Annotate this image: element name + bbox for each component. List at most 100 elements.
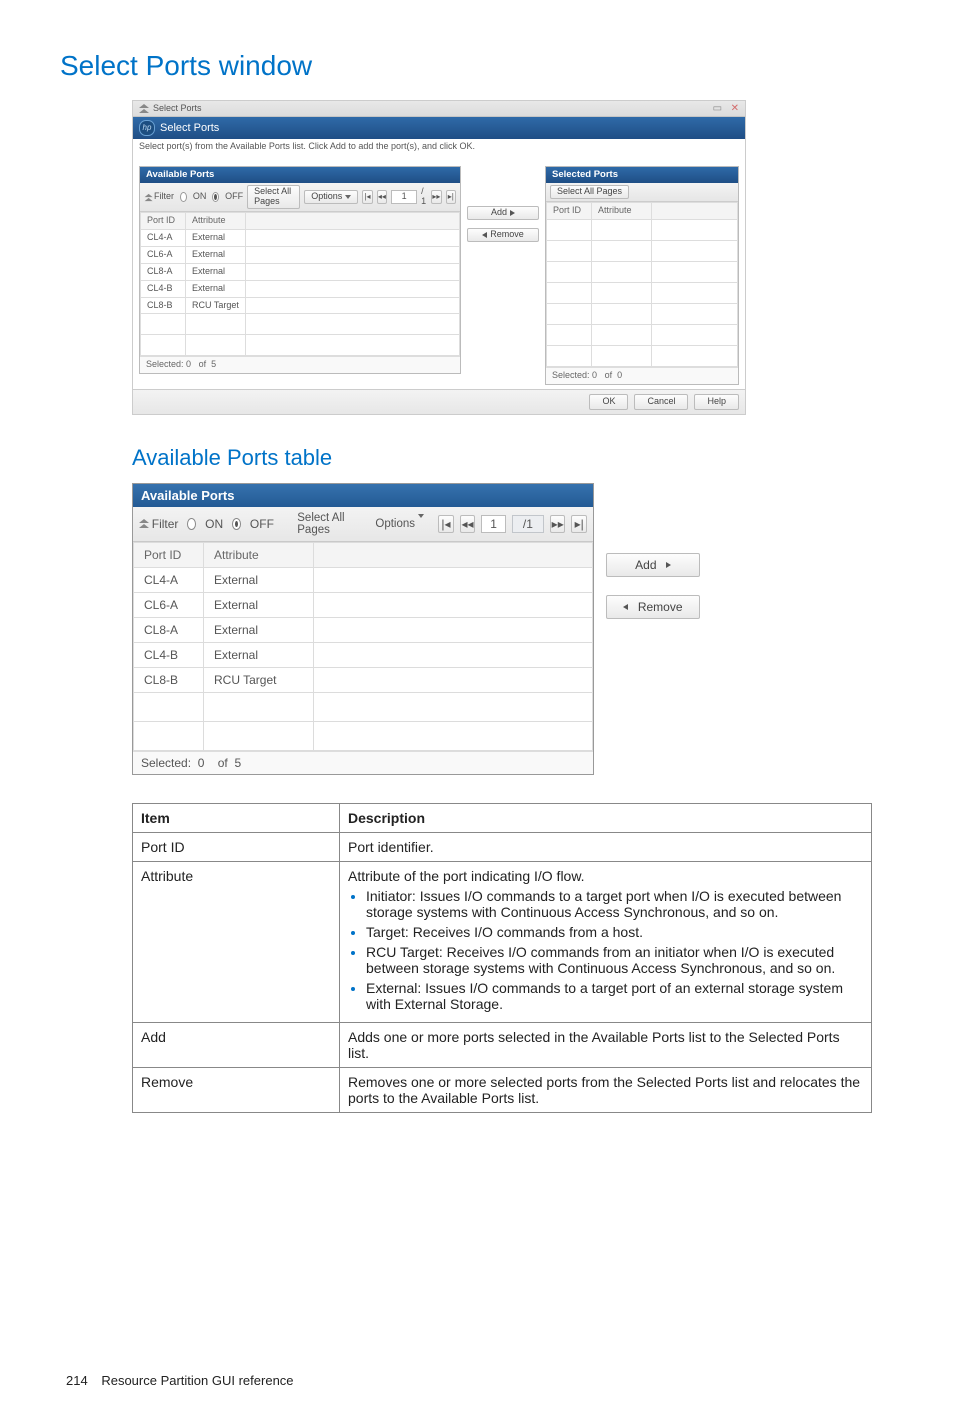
table-row[interactable]: CL4-AExternal [134, 567, 593, 592]
page-footer-text: Resource Partition GUI reference [101, 1373, 293, 1388]
available-ports-detail-grid[interactable]: Port IDAttribute CL4-AExternal CL6-AExte… [133, 542, 593, 751]
available-ports-panel: Available Ports Filter ON OFF Select All… [139, 166, 461, 374]
page-current[interactable]: 1 [481, 515, 506, 533]
table-row[interactable]: CL8-AExternal [141, 263, 460, 280]
add-button[interactable]: Add [467, 206, 539, 220]
page-prev-icon[interactable]: ◂◂ [377, 190, 387, 204]
maximize-icon[interactable]: ▭ [713, 103, 722, 114]
page-total: 1 [421, 196, 426, 206]
list-item: Target: Receives I/O commands from a hos… [366, 924, 863, 940]
table-row[interactable]: CL4-BExternal [134, 642, 593, 667]
table-row[interactable]: CL8-BRCU Target [141, 297, 460, 314]
page-title: Select Ports window [60, 50, 894, 82]
page-next-icon[interactable]: ▸▸ [431, 190, 441, 204]
page-number: 214 [66, 1373, 88, 1388]
list-item: Initiator: Issues I/O commands to a targ… [366, 888, 863, 920]
desc-text: Attribute of the port indicating I/O flo… [340, 861, 872, 1022]
filter-off-radio[interactable] [232, 518, 241, 530]
table-row[interactable]: CL8-BRCU Target [134, 667, 593, 692]
select-all-pages-button[interactable]: Select All Pages [247, 185, 300, 209]
page-footer: 214 Resource Partition GUI reference [60, 1373, 894, 1388]
available-toolbar: Filter ON OFF Select All Pages Options |… [140, 183, 460, 212]
available-ports-title: Available Ports [140, 167, 460, 183]
filter-on-label: ON [205, 517, 223, 531]
filter-off-label: OFF [225, 192, 243, 202]
available-detail-toolbar: Filter ON OFF Select All Pages Options |… [133, 507, 593, 542]
desc-head-item: Item [133, 803, 340, 832]
filter-on-radio[interactable] [187, 518, 196, 530]
col-attribute: Attribute [592, 203, 652, 220]
triangle-left-icon [623, 604, 628, 610]
cancel-button[interactable]: Cancel [634, 394, 688, 410]
col-port-id: Port ID [134, 542, 204, 567]
triangle-left-icon [482, 232, 487, 238]
page-total: 1 [526, 517, 533, 531]
page-first-icon[interactable]: |◂ [438, 515, 454, 533]
selected-selected-footer: Selected: 0 of 0 [546, 367, 738, 384]
desc-item: Remove [133, 1067, 340, 1112]
section-subtitle: Available Ports table [132, 445, 872, 471]
selected-ports-grid[interactable]: Port IDAttribute [546, 202, 738, 367]
filter-off-label: OFF [250, 517, 274, 531]
window-instruction: Select port(s) from the Available Ports … [133, 139, 745, 162]
hp-logo-icon: hp [139, 120, 155, 136]
filter-on-label: ON [193, 192, 207, 202]
dialog-button-bar: OK Cancel Help [133, 389, 745, 414]
page-last-icon[interactable]: ▸| [571, 515, 587, 533]
description-table: Item Description Port ID Port identifier… [132, 803, 872, 1113]
remove-button[interactable]: Remove [606, 595, 700, 619]
chevron-down-icon [418, 514, 424, 530]
table-row[interactable]: CL6-AExternal [141, 246, 460, 263]
selected-ports-title: Selected Ports [546, 167, 738, 183]
table-row[interactable]: CL6-AExternal [134, 592, 593, 617]
col-attribute: Attribute [204, 542, 314, 567]
desc-text: Port identifier. [340, 832, 872, 861]
options-button[interactable]: Options [304, 190, 358, 204]
list-item: RCU Target: Receives I/O commands from a… [366, 944, 863, 976]
desc-item: Add [133, 1022, 340, 1067]
ok-button[interactable]: OK [589, 394, 628, 410]
filter-on-radio[interactable] [180, 192, 187, 202]
col-attribute: Attribute [186, 213, 246, 230]
options-button[interactable]: Options [367, 516, 432, 532]
desc-head-desc: Description [340, 803, 872, 832]
window-header: hp Select Ports [133, 117, 745, 139]
available-ports-grid[interactable]: Port IDAttribute CL4-AExternal CL6-AExte… [140, 212, 460, 356]
filter-off-radio[interactable] [212, 192, 219, 202]
table-row[interactable]: CL4-BExternal [141, 280, 460, 297]
chevron-down-icon [345, 195, 351, 199]
collapse-icon[interactable] [139, 104, 149, 113]
select-all-pages-button[interactable]: Select All Pages [550, 185, 629, 199]
window-title-text: Select Ports [153, 104, 202, 114]
available-ports-detail-title: Available Ports [133, 484, 593, 507]
desc-item: Attribute [133, 861, 340, 1022]
remove-button[interactable]: Remove [467, 228, 539, 242]
desc-text: Adds one or more ports selected in the A… [340, 1022, 872, 1067]
page-first-icon[interactable]: |◂ [362, 190, 372, 204]
triangle-right-icon [666, 562, 671, 568]
close-icon[interactable]: ✕ [731, 103, 739, 114]
help-button[interactable]: Help [694, 394, 739, 410]
col-port-id: Port ID [141, 213, 186, 230]
page-current[interactable]: 1 [391, 190, 417, 204]
desc-item: Port ID [133, 832, 340, 861]
table-row[interactable]: CL4-AExternal [141, 230, 460, 247]
filter-label: Filter [152, 517, 179, 531]
select-all-pages-button[interactable]: Select All Pages [289, 510, 361, 538]
filter-collapse-icon[interactable] [139, 519, 146, 528]
selected-ports-panel: Selected Ports Select All Pages Port IDA… [545, 166, 739, 385]
add-button[interactable]: Add [606, 553, 700, 577]
page-prev-icon[interactable]: ◂◂ [460, 515, 476, 533]
col-port-id: Port ID [547, 203, 592, 220]
available-detail-footer: Selected: 0 of 5 [133, 751, 593, 774]
window-header-text: Select Ports [160, 122, 219, 134]
available-ports-detail-panel: Available Ports Filter ON OFF Select All… [132, 483, 594, 775]
table-row[interactable]: CL8-AExternal [134, 617, 593, 642]
filter-collapse-icon[interactable] [145, 194, 150, 201]
window-titlebar: Select Ports ▭ ✕ [133, 101, 745, 117]
page-next-icon[interactable]: ▸▸ [550, 515, 566, 533]
page-last-icon[interactable]: ▸| [446, 190, 456, 204]
available-selected-footer: Selected: 0 of 5 [140, 356, 460, 373]
filter-label: Filter [154, 192, 174, 202]
list-item: External: Issues I/O commands to a targe… [366, 980, 863, 1012]
